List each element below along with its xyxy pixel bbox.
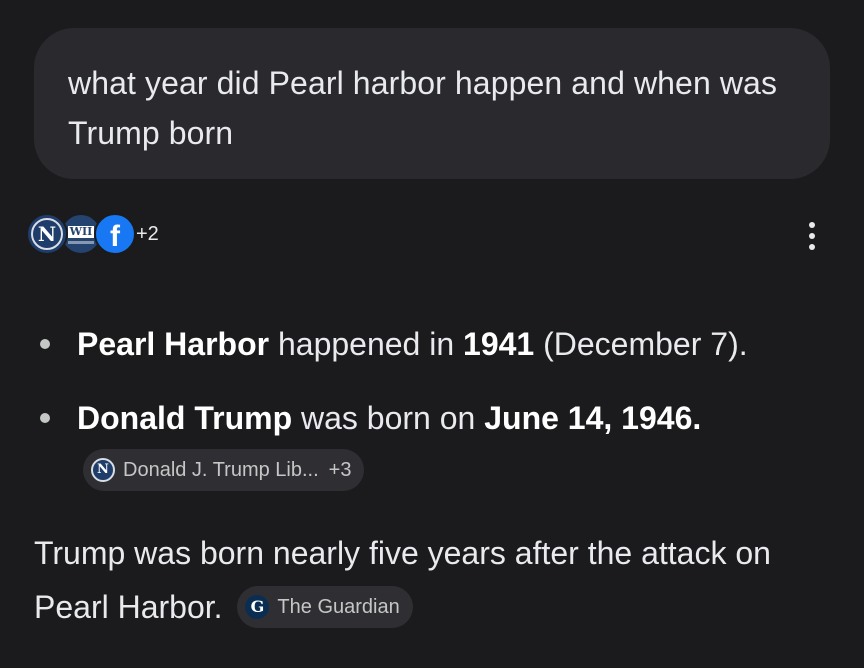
citation-chip-trump-library[interactable]: N Donald J. Trump Lib... +3 [83, 448, 365, 491]
guardian-icon: G [245, 594, 270, 619]
answer-text: was born on [292, 400, 485, 436]
answer-bold-text: Donald Trump [77, 400, 293, 436]
bullet-icon [40, 413, 50, 423]
more-vert-icon [809, 222, 815, 228]
answer-summary: Trump was born nearly five years after t… [34, 526, 844, 634]
answer-text: happened in [269, 326, 464, 362]
sources-row[interactable]: N WII f +2 [26, 213, 159, 259]
answer-bold-text: June 14, 1946. [484, 400, 702, 436]
source-favicons[interactable]: N WII f [26, 213, 136, 259]
answer-bold-text: 1941 [463, 326, 535, 362]
list-item: Donald Trump was born on June 14, 1946. N… [34, 392, 834, 496]
facebook-icon: f [94, 213, 136, 255]
citation-extra-count: +3 [328, 458, 352, 481]
bullet-icon [40, 339, 50, 349]
list-item: Pearl Harbor happened in 1941 (December … [34, 318, 834, 370]
answer-text: (December 7). [534, 326, 748, 362]
nps-icon: N [26, 213, 68, 255]
citation-label: The Guardian [277, 595, 400, 618]
answer-bold-text: Pearl Harbor [77, 326, 270, 362]
chat-page: what year did Pearl harbor happen and wh… [0, 0, 864, 668]
user-prompt-bubble: what year did Pearl harbor happen and wh… [34, 28, 830, 179]
more-options-button[interactable] [796, 216, 828, 256]
answer-list: Pearl Harbor happened in 1941 (December … [34, 318, 834, 496]
sources-extra-count: +2 [136, 222, 159, 245]
citation-chip-guardian[interactable]: G The Guardian [237, 585, 413, 628]
user-prompt-text: what year did Pearl harbor happen and wh… [68, 65, 778, 151]
citation-label: Donald J. Trump Lib... [123, 458, 319, 481]
nps-icon: N [91, 457, 115, 482]
